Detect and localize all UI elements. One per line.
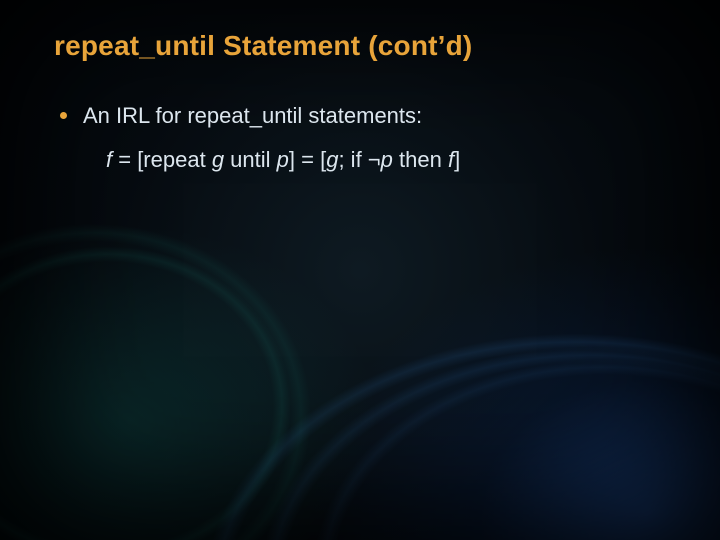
bullet-dot-icon xyxy=(60,112,67,119)
bullet-text: An IRL for repeat_until statements: xyxy=(83,101,666,131)
slide-content: repeat_until Statement (cont’d) An IRL f… xyxy=(0,0,720,174)
formula-seg: ] = [ xyxy=(289,147,326,172)
slide: repeat_until Statement (cont’d) An IRL f… xyxy=(0,0,720,540)
formula-seg: = [repeat xyxy=(112,147,212,172)
formula-var-p: p xyxy=(277,147,289,172)
slide-title: repeat_until Statement (cont’d) xyxy=(54,28,666,63)
formula-line: f = [repeat g until p] = [g; if ¬p then … xyxy=(106,145,666,175)
bullet-item: An IRL for repeat_until statements: xyxy=(60,101,666,131)
formula-seg: ; if ¬ xyxy=(338,147,380,172)
formula-var-g: g xyxy=(326,147,338,172)
formula-seg: ] xyxy=(454,147,460,172)
formula-seg: until xyxy=(224,147,277,172)
formula-seg: then xyxy=(393,147,448,172)
formula-var-g: g xyxy=(212,147,224,172)
formula-var-p: p xyxy=(381,147,393,172)
